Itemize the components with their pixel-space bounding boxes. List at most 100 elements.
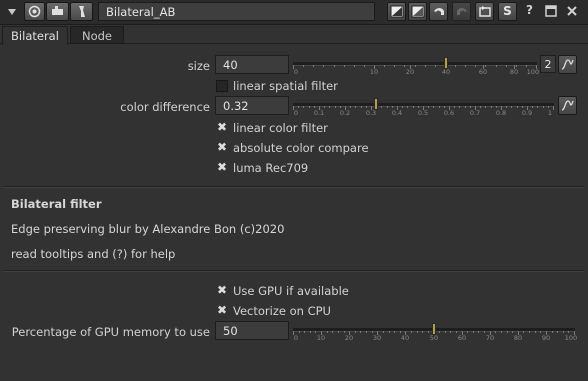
slider-tick-label: 0 bbox=[293, 109, 299, 117]
script-s-icon[interactable]: S bbox=[498, 2, 517, 21]
color-difference-label: color difference bbox=[120, 100, 210, 114]
slider-tick-label: 60 bbox=[457, 334, 467, 342]
slider-tick-label: 0.8 bbox=[495, 109, 507, 117]
gpu-memory-label: Percentage of GPU memory to use bbox=[11, 325, 210, 339]
slider-handle[interactable] bbox=[374, 98, 378, 110]
absolute-color-compare-checkbox[interactable]: ✖ bbox=[216, 141, 228, 153]
slider-minor-tick bbox=[383, 331, 384, 333]
slider-minor-tick bbox=[480, 106, 481, 108]
slider-minor-tick bbox=[404, 65, 405, 67]
slider-tick-label: 0 bbox=[293, 68, 299, 76]
slider-minor-tick bbox=[506, 65, 507, 67]
slider-minor-tick bbox=[310, 331, 311, 333]
slider-minor-tick bbox=[548, 106, 549, 108]
slider-minor-tick bbox=[299, 331, 300, 333]
slider-tick-label: 40 bbox=[400, 334, 410, 342]
help-icon[interactable]: ? bbox=[526, 3, 533, 17]
slider-minor-tick bbox=[335, 106, 336, 108]
slider-tick-label: 0.7 bbox=[469, 109, 481, 117]
slider-minor-tick bbox=[329, 106, 330, 108]
absolute-color-compare-label: absolute color compare bbox=[233, 141, 369, 155]
info-heading: Bilateral filter bbox=[11, 197, 102, 211]
slider-tick-label: 0.5 bbox=[417, 109, 429, 117]
tab-node[interactable]: Node bbox=[70, 26, 124, 44]
slider-minor-tick bbox=[303, 65, 304, 67]
color-difference-input[interactable]: 0.32 bbox=[215, 96, 289, 115]
gpu-memory-input[interactable]: 50 bbox=[215, 321, 289, 340]
slider-minor-tick bbox=[366, 106, 367, 108]
slider-minor-tick bbox=[459, 106, 460, 108]
luma-rec709-checkbox[interactable]: ✖ bbox=[216, 161, 228, 173]
slider-tick-label: 20 bbox=[344, 334, 354, 342]
viewer-input-icon[interactable] bbox=[387, 2, 406, 21]
slider-minor-tick bbox=[394, 331, 395, 333]
slider-minor-tick bbox=[422, 331, 423, 333]
slider-minor-tick bbox=[517, 106, 518, 108]
linear-spatial-filter-checkbox[interactable] bbox=[216, 80, 228, 92]
slider-minor-tick bbox=[511, 106, 512, 108]
slider-minor-tick bbox=[456, 331, 457, 333]
slider-handle[interactable] bbox=[432, 323, 436, 335]
slider-minor-tick bbox=[485, 65, 486, 67]
slider-minor-tick bbox=[557, 331, 558, 333]
size-animation-icon[interactable] bbox=[558, 55, 577, 74]
slider-minor-tick bbox=[354, 65, 355, 67]
slider-tick-label: 0.4 bbox=[391, 109, 403, 117]
slider-minor-tick bbox=[304, 331, 305, 333]
node-settings-button[interactable] bbox=[46, 2, 69, 21]
slider-minor-tick bbox=[417, 331, 418, 333]
collapse-arrow-icon[interactable] bbox=[5, 5, 19, 19]
slider-tick-label: 80 bbox=[509, 68, 519, 76]
size-slider[interactable]: 0 10 20 40 60 80 100 bbox=[293, 57, 539, 78]
size-input[interactable]: 40 bbox=[215, 55, 289, 74]
slider-minor-tick bbox=[543, 106, 544, 108]
slider-handle[interactable] bbox=[444, 57, 448, 69]
slider-minor-tick bbox=[495, 331, 496, 333]
slider-minor-tick bbox=[327, 331, 328, 333]
viewer-mask-icon[interactable] bbox=[408, 2, 427, 21]
slider-tick-label: 80 bbox=[513, 334, 523, 342]
gpu-memory-slider[interactable]: 0 10 20 30 40 50 60 70 80 90 100 bbox=[293, 323, 577, 344]
slider-minor-tick bbox=[372, 331, 373, 333]
section-divider bbox=[4, 186, 584, 188]
tab-bilateral[interactable]: Bilateral bbox=[2, 26, 68, 45]
slider-tick-label: 0.2 bbox=[339, 109, 351, 117]
slider-minor-tick bbox=[433, 106, 434, 108]
slider-minor-tick bbox=[340, 106, 341, 108]
undo-icon[interactable] bbox=[429, 2, 448, 21]
close-icon[interactable] bbox=[566, 5, 578, 17]
slider-minor-tick bbox=[512, 331, 513, 333]
float-panel-icon[interactable] bbox=[545, 5, 557, 17]
slider-minor-tick bbox=[484, 331, 485, 333]
slider-minor-tick bbox=[496, 106, 497, 108]
slider-minor-tick bbox=[315, 331, 316, 333]
linear-color-filter-checkbox[interactable]: ✖ bbox=[216, 121, 228, 133]
info-description: Edge preserving blur by Alexandre Bon (c… bbox=[11, 222, 285, 236]
slider-minor-tick bbox=[501, 331, 502, 333]
slider-tick-label: 20 bbox=[405, 68, 415, 76]
slider-minor-tick bbox=[450, 331, 451, 333]
linear-spatial-filter-label: linear spatial filter bbox=[233, 79, 338, 93]
revert-icon[interactable] bbox=[475, 2, 494, 21]
slider-minor-tick bbox=[381, 106, 382, 108]
slider-tick-label: 90 bbox=[541, 334, 551, 342]
vectorize-cpu-checkbox[interactable]: ✖ bbox=[216, 304, 228, 316]
node-color-button[interactable] bbox=[24, 2, 45, 21]
slider-tick-label: 0.6 bbox=[443, 109, 455, 117]
slider-minor-tick bbox=[568, 331, 569, 333]
slider-minor-tick bbox=[563, 331, 564, 333]
slider-tick-label: 0.9 bbox=[521, 109, 533, 117]
slider-minor-tick bbox=[507, 331, 508, 333]
color-difference-animation-icon[interactable] bbox=[558, 96, 577, 115]
slider-minor-tick bbox=[309, 106, 310, 108]
slider-minor-tick bbox=[455, 65, 456, 67]
size-channels-button[interactable]: 2 bbox=[540, 55, 556, 73]
slider-minor-tick bbox=[435, 65, 436, 67]
slider-minor-tick bbox=[355, 106, 356, 108]
use-gpu-checkbox[interactable]: ✖ bbox=[216, 284, 228, 296]
wrench-icon[interactable] bbox=[70, 2, 93, 21]
node-name-field[interactable]: Bilateral_AB bbox=[98, 2, 375, 21]
slider-minor-tick bbox=[439, 331, 440, 333]
color-difference-slider[interactable]: 0 0.1 0.2 0.3 0.4 0.5 0.6 0.7 0.8 0.9 1 bbox=[293, 98, 554, 119]
slider-minor-tick bbox=[467, 331, 468, 333]
